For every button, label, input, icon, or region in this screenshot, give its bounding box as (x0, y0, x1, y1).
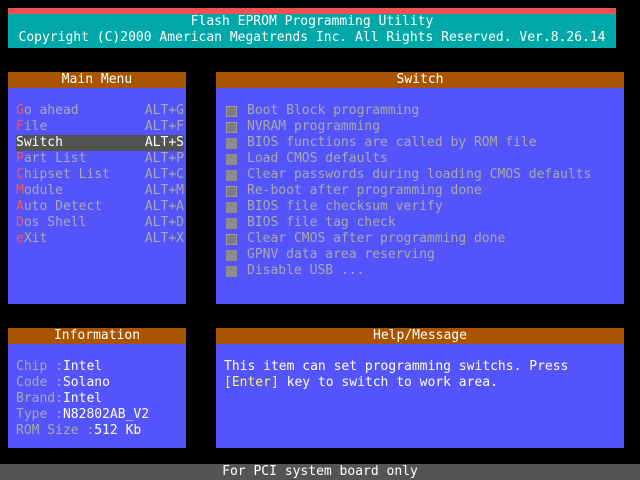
menu-shortcut: ALT+C (144, 167, 184, 182)
menu-hotkey: M (16, 183, 24, 198)
checkbox-icon[interactable] (226, 106, 237, 117)
switch-label: Re-boot after programming done (247, 183, 482, 198)
info-separator: : (55, 407, 63, 422)
switch-label: Clear CMOS after programming done (247, 231, 506, 246)
menu-item-part-list[interactable]: Part List ALT+P (16, 151, 184, 167)
info-value: Solano (62, 375, 110, 390)
menu-hotkey: C (16, 167, 24, 182)
checkbox-icon[interactable] (226, 266, 237, 277)
menu-shortcut: ALT+X (144, 231, 184, 246)
info-value: Intel (62, 391, 103, 406)
switch-label: Disable USB ... (247, 263, 365, 278)
menu-shortcut: ALT+M (144, 183, 184, 198)
title-banner: Flash EPROM Programming Utility Copyrigh… (8, 14, 616, 48)
help-panel: This item can set programming switchs. P… (216, 344, 624, 448)
menu-hotkey: A (16, 199, 24, 214)
switch-label: BIOS file tag check (247, 215, 396, 230)
help-line-1: This item can set programming switchs. P… (224, 359, 569, 374)
menu-label: art List (23, 151, 87, 166)
info-row-rom-size: ROM Size :512 Kb (16, 423, 141, 439)
switch-label: GPNV data area reserving (247, 247, 435, 262)
menu-item-go-ahead[interactable]: Go ahead ALT+G (16, 103, 184, 119)
menu-item-file[interactable]: File ALT+F (16, 119, 184, 135)
info-value: 512 Kb (94, 423, 142, 438)
app-title: Flash EPROM Programming Utility (190, 14, 434, 29)
menu-label: odule (23, 183, 63, 198)
menu-label: uto Detect (23, 199, 103, 214)
copyright-text: Copyright (C)2000 American Megatrends In… (18, 30, 606, 45)
menu-hotkey: F (16, 119, 24, 134)
menu-shortcut: ALT+F (144, 119, 184, 134)
checkbox-icon[interactable] (226, 218, 237, 229)
switch-label: Clear passwords during loading CMOS defa… (247, 167, 592, 182)
menu-shortcut: ALT+P (144, 151, 184, 166)
info-separator: : (55, 391, 63, 406)
help-line-2: [Enter] key to switch to work area. (224, 375, 498, 391)
main-menu-header: Main Menu (8, 72, 186, 88)
info-list: Chip :Intel Code :Solano Brand:Intel Typ… (16, 359, 181, 443)
info-row-brand: Brand:Intel (16, 391, 102, 407)
menu-hotkey: S (16, 135, 24, 150)
info-panel: Chip :Intel Code :Solano Brand:Intel Typ… (8, 344, 186, 448)
checkbox-icon[interactable] (226, 154, 237, 165)
info-row-type: Type :N82802AB_V2 (16, 407, 149, 423)
switch-label: Load CMOS defaults (247, 151, 388, 166)
help-enter-key: [Enter] (224, 375, 279, 390)
checkbox-icon[interactable] (226, 234, 237, 245)
menu-hotkey: D (16, 215, 24, 230)
menu-label: o ahead (23, 103, 79, 118)
menu-shortcut: ALT+D (144, 215, 184, 230)
menu-item-module[interactable]: Module ALT+M (16, 183, 184, 199)
menu-label: ile (23, 119, 48, 134)
checkbox-icon[interactable] (226, 250, 237, 261)
info-label: ROM Size (16, 423, 87, 438)
info-label: Chip (16, 359, 56, 374)
menu-item-exit[interactable]: eXit ALT+X (16, 231, 184, 247)
info-separator: : (55, 359, 63, 374)
info-separator: : (55, 375, 63, 390)
menu-shortcut: ALT+A (144, 199, 184, 214)
menu-hotkey: G (16, 103, 24, 118)
main-menu-panel: Go ahead ALT+G File ALT+F Switch ALT+S Part… (8, 88, 186, 304)
checkbox-icon[interactable] (226, 202, 237, 213)
menu-item-switch[interactable]: Switch ALT+S (16, 135, 184, 151)
menu-shortcut: ALT+S (144, 135, 184, 150)
info-label: Brand (16, 391, 56, 406)
menu-hotkey: e (16, 231, 24, 246)
switch-label: NVRAM programming (247, 119, 381, 134)
status-bar: For PCI system board only (0, 464, 640, 480)
menu-item-auto-detect[interactable]: Auto Detect ALT+A (16, 199, 184, 215)
help-panel-header: Help/Message (216, 328, 624, 344)
info-row-code: Code :Solano (16, 375, 110, 391)
info-row-chip: Chip :Intel (16, 359, 102, 375)
info-label: Code (16, 375, 56, 390)
menu-hotkey: P (16, 151, 24, 166)
menu-label: Xit (23, 231, 48, 246)
checkbox-icon[interactable] (226, 138, 237, 149)
help-line-2-text: key to switch to work area. (278, 375, 498, 390)
switch-panel-header: Switch (216, 72, 624, 88)
switch-list: Boot Block programming NVRAM programming… (226, 103, 616, 283)
info-value: N82802AB_V2 (62, 407, 150, 422)
switch-label: BIOS file checksum verify (247, 199, 443, 214)
info-panel-header: Information (8, 328, 186, 344)
menu-label: hipset List (23, 167, 110, 182)
menu-shortcut: ALT+G (144, 103, 184, 118)
menu-label: witch (23, 135, 63, 150)
info-value: Intel (62, 359, 103, 374)
switch-label: BIOS functions are called by ROM file (247, 135, 537, 150)
menu-item-dos-shell[interactable]: Dos Shell ALT+D (16, 215, 184, 231)
menu-label: os Shell (23, 215, 87, 230)
switch-panel: Boot Block programming NVRAM programming… (216, 88, 624, 304)
checkbox-icon[interactable] (226, 122, 237, 133)
info-label: Type (16, 407, 56, 422)
switch-label: Boot Block programming (247, 103, 420, 118)
checkbox-icon[interactable] (226, 186, 237, 197)
menu-item-chipset-list[interactable]: Chipset List ALT+C (16, 167, 184, 183)
checkbox-icon[interactable] (226, 170, 237, 181)
main-menu-list: Go ahead ALT+G File ALT+F Switch ALT+S Part… (16, 103, 184, 253)
